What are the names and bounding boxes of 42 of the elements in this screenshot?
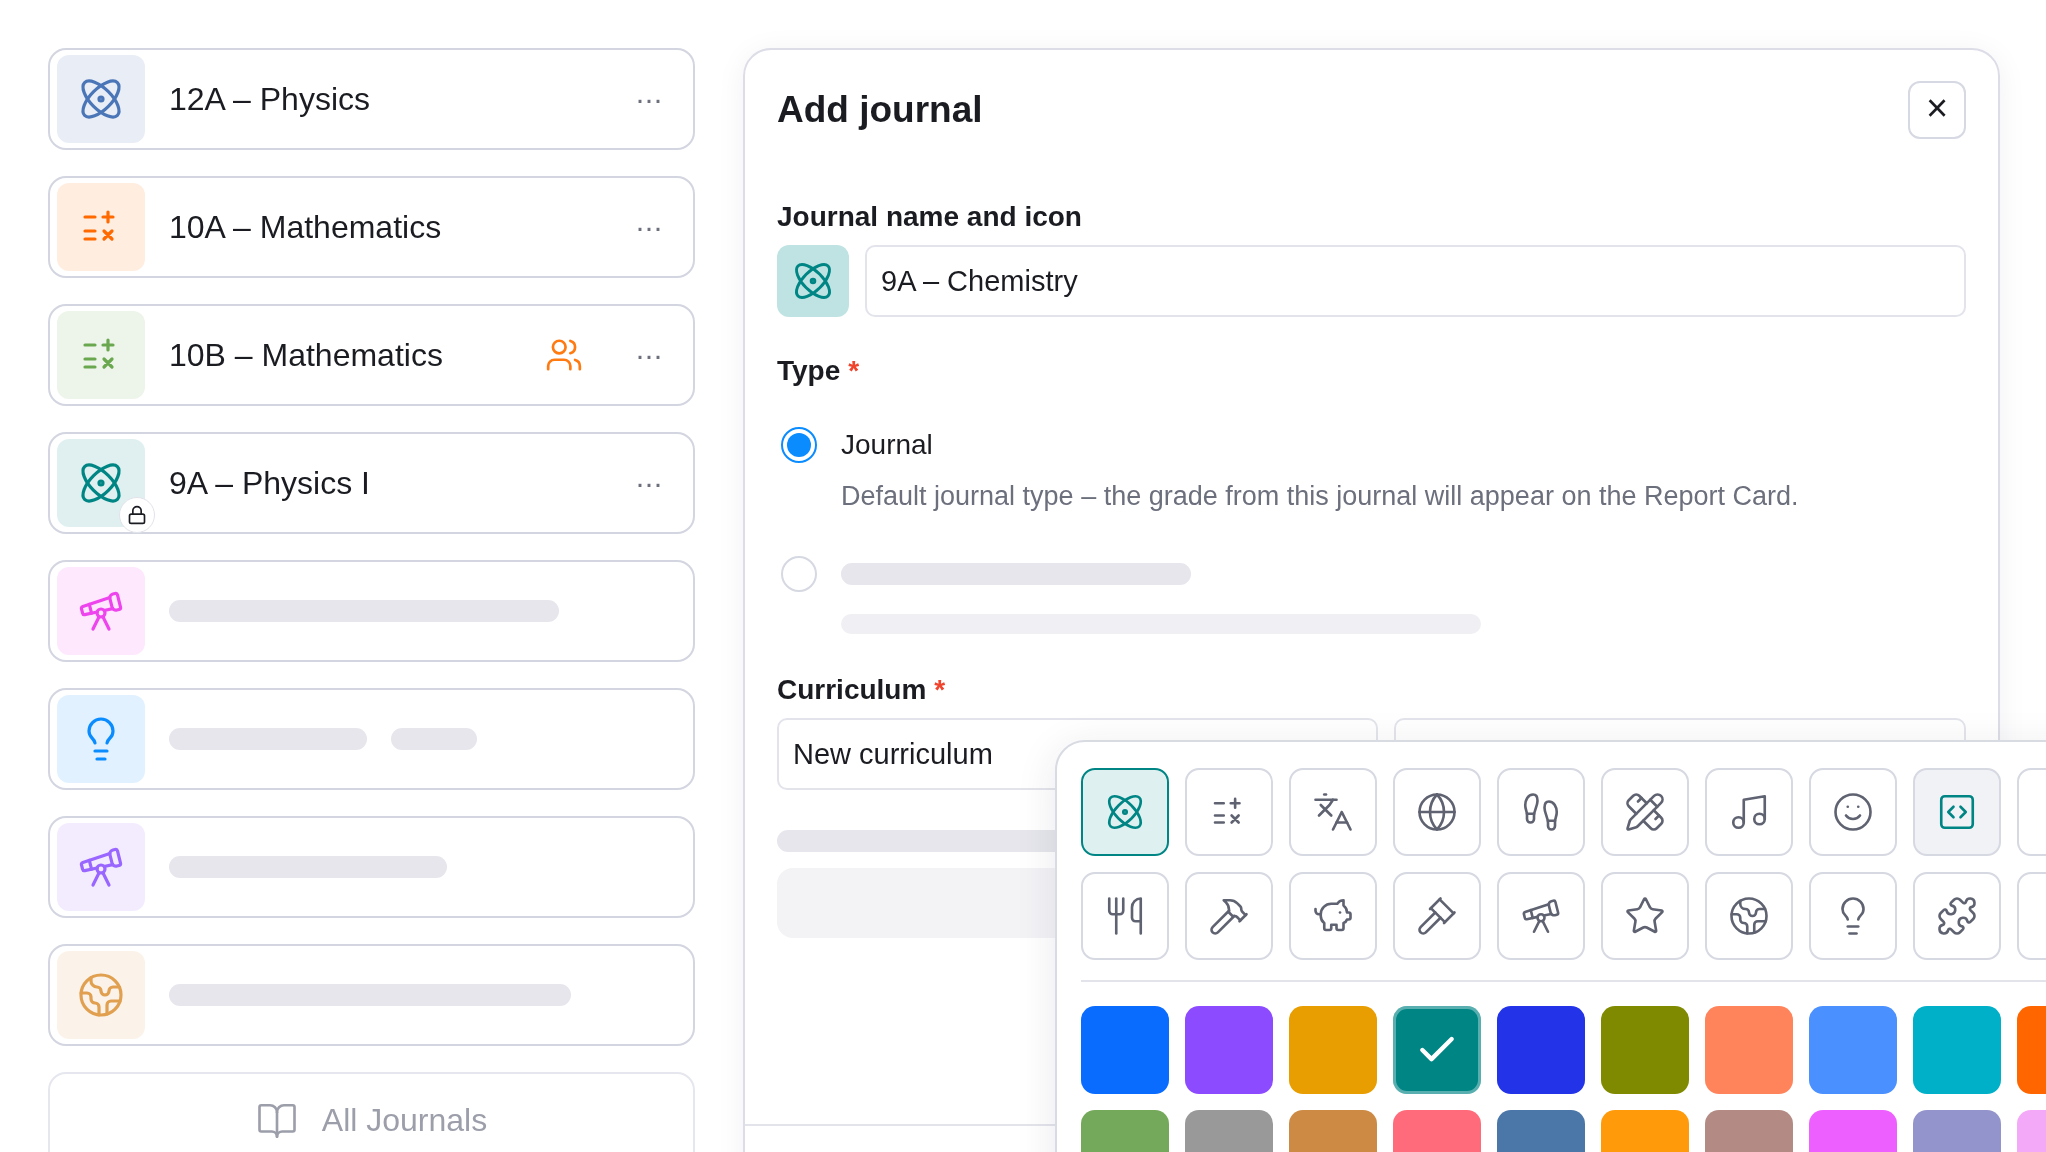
- journal-card[interactable]: 10A – Mathematics ···: [48, 176, 695, 278]
- color-swatch[interactable]: [1289, 1006, 1377, 1094]
- journal-title: 9A – Physics I: [169, 464, 371, 502]
- gavel-icon: [1416, 895, 1458, 937]
- journal-card[interactable]: 10B – Mathematics ···: [48, 304, 695, 406]
- field-label: Journal name and icon: [777, 201, 1082, 233]
- color-swatch[interactable]: [1705, 1006, 1793, 1094]
- translate-icon: [1312, 791, 1354, 833]
- icon-picker-button[interactable]: [777, 245, 849, 317]
- journal-title: 10B – Mathematics: [169, 336, 444, 374]
- color-swatch[interactable]: [1393, 1006, 1481, 1094]
- journal-card[interactable]: 12A – Physics ···: [48, 48, 695, 150]
- option-label: Journal: [841, 429, 934, 461]
- required-mark: *: [848, 355, 860, 387]
- lock-icon: [127, 505, 147, 525]
- globe-icon: [1728, 895, 1770, 937]
- color-swatch[interactable]: [1497, 1006, 1585, 1094]
- color-swatch[interactable]: [1809, 1006, 1897, 1094]
- close-button[interactable]: ×: [1908, 81, 1966, 139]
- color-swatch[interactable]: [1601, 1006, 1689, 1094]
- smile-icon: [1832, 791, 1874, 833]
- field-label: Curriculum: [777, 674, 927, 706]
- more-button[interactable]: ···: [631, 210, 666, 244]
- color-swatch[interactable]: [1913, 1006, 2001, 1094]
- dialog-title: Add journal: [777, 89, 983, 131]
- puzzle-icon: [1936, 895, 1978, 937]
- color-swatch[interactable]: [1185, 1006, 1273, 1094]
- color-swatch[interactable]: [1081, 1006, 1169, 1094]
- field-label: Type: [777, 355, 841, 387]
- required-mark: *: [934, 674, 946, 706]
- journal-name-input[interactable]: 9A – Chemistry: [865, 245, 1966, 317]
- journal-title: 10A – Mathematics: [169, 208, 443, 246]
- journal-title: 12A – Physics: [169, 80, 371, 118]
- more-button[interactable]: ···: [631, 338, 666, 372]
- more-button[interactable]: ···: [631, 82, 666, 116]
- icon-option[interactable]: [1081, 768, 1169, 856]
- more-button[interactable]: ···: [631, 466, 666, 500]
- globe-icon: [1416, 791, 1458, 833]
- pencil-ruler-icon: [1624, 791, 1666, 833]
- option-description: Default journal type – the grade from this journal will appear on the Report Card.: [841, 481, 1800, 512]
- radio-button[interactable]: [781, 427, 817, 463]
- journal-card[interactable]: 9A – Physics I ···: [48, 432, 695, 534]
